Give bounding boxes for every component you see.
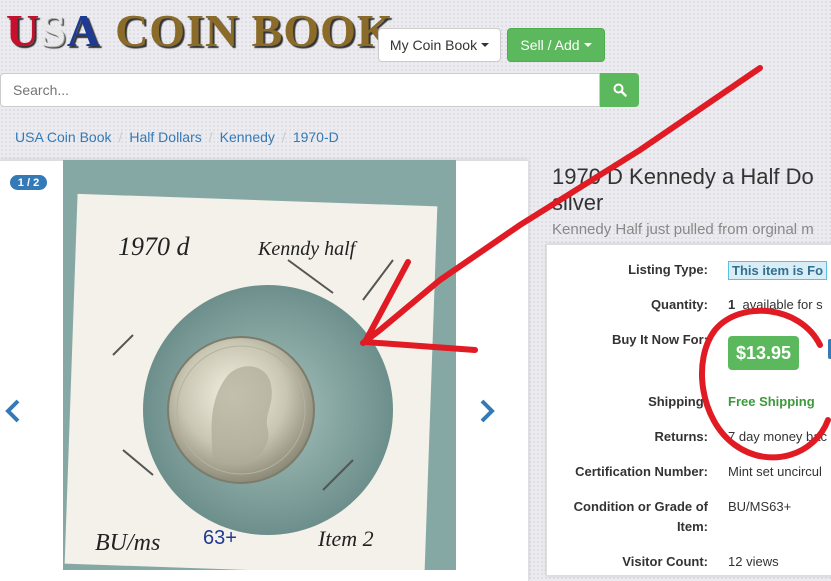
label-grade-line1: Condition or Grade of <box>573 499 708 514</box>
image-counter-badge: 1 / 2 <box>10 175 47 190</box>
logo-letter-s: S <box>40 5 67 56</box>
label-quantity: Quantity: <box>650 297 708 312</box>
search-input[interactable] <box>0 73 600 107</box>
my-coin-book-dropdown[interactable]: My Coin Book <box>378 28 501 62</box>
photo-note-score: 63+ <box>203 527 237 549</box>
breadcrumb-1970-d[interactable]: 1970-D <box>293 129 339 145</box>
caret-down-icon <box>583 43 592 47</box>
logo-letter-u: U <box>6 5 41 56</box>
label-grade-line2: Item: <box>676 519 708 534</box>
breadcrumb-kennedy[interactable]: Kennedy <box>220 129 275 145</box>
buy-it-now-price[interactable]: $13.95 <box>728 336 800 370</box>
gallery-next-button[interactable] <box>478 398 496 432</box>
coin-photo[interactable]: 1970 d Kenndy half BU/ms 63+ Item 2 <box>63 160 456 570</box>
gallery-prev-button[interactable] <box>4 398 22 432</box>
breadcrumb-separator: / <box>118 129 123 145</box>
label-buy-it-now: Buy It Now For: <box>611 332 708 347</box>
photo-note-grade: BU/ms <box>95 530 160 556</box>
my-coin-book-label: My Coin Book <box>389 37 478 53</box>
certification-value: Mint set uncircul <box>728 464 822 479</box>
label-listing-type: Listing Type: <box>628 262 708 277</box>
sell-add-label: Sell / Add <box>520 37 580 53</box>
label-certification: Certification Number: <box>575 464 708 479</box>
logo-letter-a: A <box>66 5 102 56</box>
listing-type-value: This item is Fo <box>728 261 828 280</box>
search-icon <box>613 83 627 97</box>
chevron-right-icon <box>480 399 495 423</box>
search-button[interactable] <box>600 73 639 107</box>
listing-title: 1970 D Kennedy a Half Do silver <box>552 164 814 215</box>
sell-add-dropdown[interactable]: Sell / Add <box>507 28 605 62</box>
grade-value: BU/MS63+ <box>728 499 792 514</box>
breadcrumb-separator: / <box>208 129 213 145</box>
breadcrumb-half-dollars[interactable]: Half Dollars <box>129 129 201 145</box>
photo-note-item: Item 2 <box>317 526 374 551</box>
coin-photo-image: 1970 d Kenndy half BU/ms 63+ Item 2 <box>63 160 456 570</box>
logo-text: COIN BOOK <box>115 5 394 56</box>
photo-note-name: Kenndy half <box>257 238 358 260</box>
listing-subtitle: Kennedy Half just pulled from orginal m <box>552 221 814 238</box>
shipping-value: Free Shipping <box>728 394 815 409</box>
label-returns: Returns: <box>654 429 708 444</box>
chevron-left-icon <box>5 399 20 423</box>
breadcrumb-usa-coin-book[interactable]: USA Coin Book <box>15 129 112 145</box>
returns-value: 7 day money bac <box>728 429 828 444</box>
quantity-number: 1 <box>728 297 736 312</box>
breadcrumb: USA Coin Book / Half Dollars / Kennedy /… <box>15 129 339 145</box>
site-logo[interactable]: U S A COIN BOOK <box>6 4 394 56</box>
breadcrumb-separator: / <box>281 129 286 145</box>
caret-down-icon <box>481 43 490 47</box>
quantity-text: available for s <box>742 297 823 312</box>
quantity-value: 1 available for s <box>728 297 823 312</box>
label-shipping: Shipping: <box>648 394 708 409</box>
photo-note-year: 1970 d <box>118 232 191 261</box>
